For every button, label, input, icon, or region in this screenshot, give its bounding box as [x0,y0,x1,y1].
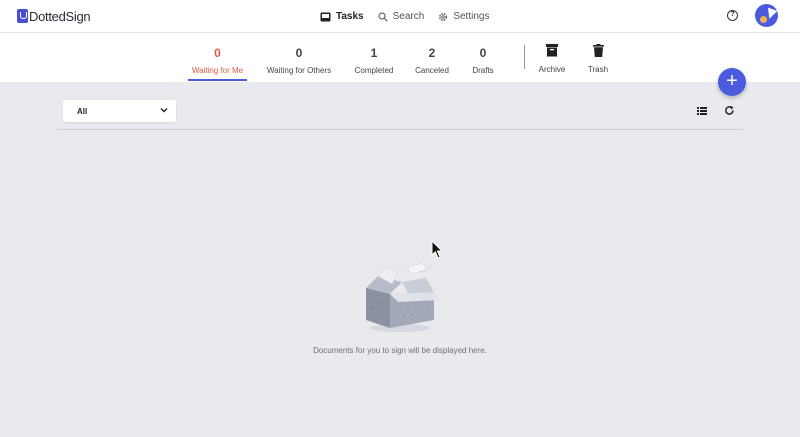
tab-count: 1 [370,46,378,60]
tab-waiting-for-me[interactable]: 0 Waiting for Me [190,46,245,75]
tab-drafts[interactable]: 0 Drafts [467,46,499,75]
folder-archive[interactable]: Archive [535,43,569,74]
app-logo[interactable]: DottedSign [17,8,91,24]
nav-settings[interactable]: Settings [438,11,489,22]
empty-state-message: Documents for you to sign will be displa… [313,346,487,355]
tab-label: Canceled [415,66,449,75]
status-tabs-bar: 0 Waiting for Me 0 Waiting for Others 1 … [0,33,800,82]
tab-count: 0 [214,46,221,60]
top-navigation-bar: DottedSign Tasks Search Settings ? [0,0,800,33]
create-document-button[interactable]: + [718,68,746,96]
nav-tasks[interactable]: Tasks [320,11,364,22]
tab-completed[interactable]: 1 Completed [351,46,397,75]
tabs-divider [524,45,525,69]
nav-settings-label: Settings [453,11,490,22]
inbox-icon [320,12,331,21]
active-tab-indicator [188,79,247,81]
toolbar-divider [57,129,743,130]
tab-waiting-for-others[interactable]: 0 Waiting for Others [264,46,334,75]
empty-box-illustration [366,262,440,332]
folder-trash[interactable]: Trash [584,43,612,74]
filter-selected-value: All [77,107,88,116]
chevron-down-icon [160,108,168,113]
trash-icon [592,43,604,57]
avatar[interactable] [755,4,778,27]
tab-count: 0 [295,46,303,60]
tab-label: Completed [354,66,394,75]
folder-label: Trash [587,65,609,74]
tab-label: Waiting for Others [266,66,332,75]
refresh-icon[interactable] [724,105,735,116]
tab-count: 0 [479,46,487,60]
archive-icon [546,43,558,56]
search-icon [378,11,388,22]
tab-count: 2 [428,46,436,60]
filter-dropdown[interactable]: All [63,100,176,122]
tab-label: Waiting for Me [191,66,244,75]
folder-label: Archive [538,65,566,74]
tab-canceled[interactable]: 2 Canceled [413,46,451,75]
logo-text: DottedSign [29,8,91,24]
list-view-icon[interactable] [697,107,707,115]
tab-label: Drafts [472,66,494,75]
main-nav: Tasks Search Settings [320,8,503,25]
gear-icon [439,12,448,21]
mouse-cursor-icon [431,240,443,259]
nav-tasks-label: Tasks [336,11,364,22]
nav-search-label: Search [392,11,425,22]
logo-mark-icon [17,9,28,23]
nav-search[interactable]: Search [378,11,425,22]
help-icon[interactable]: ? [727,10,738,21]
